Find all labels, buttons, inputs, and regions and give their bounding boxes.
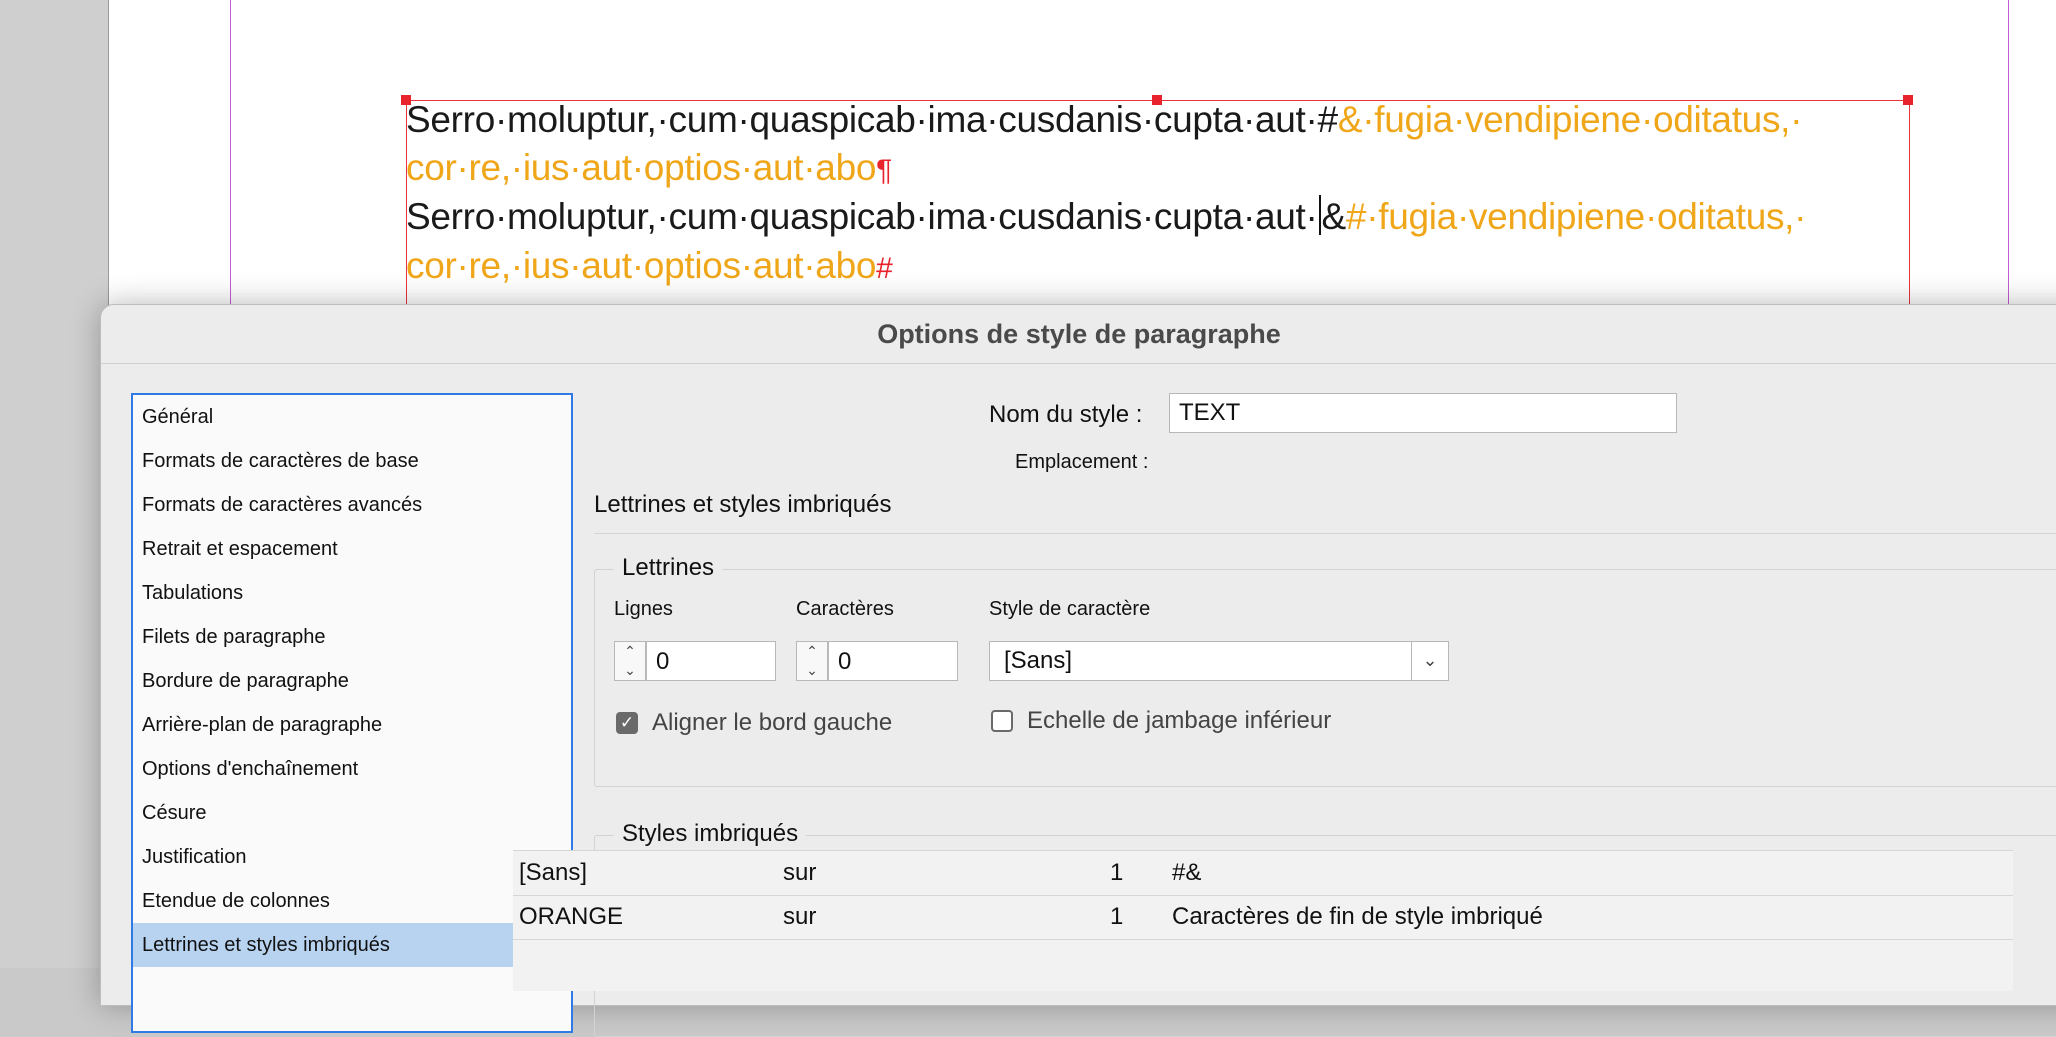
character-style-select[interactable]: [Sans] ⌄ bbox=[989, 641, 1449, 681]
text-line-3[interactable]: Serro·moluptur,·cum·quaspicab·ima·cusdan… bbox=[406, 193, 1806, 241]
character-style-label: Style de caractère bbox=[989, 598, 1151, 620]
descender-scale-label: Echelle de jambage inférieur bbox=[1027, 707, 1332, 734]
characters-stepper-icon[interactable]: ⌃ ⌄ bbox=[796, 641, 828, 681]
characters-label: Caractères bbox=[796, 598, 894, 620]
text-run-default: Serro·moluptur,·cum·quaspicab·ima·cusdan… bbox=[406, 196, 1318, 237]
descender-scale-checkbox[interactable] bbox=[991, 710, 1013, 732]
nested-style-mode: sur bbox=[783, 859, 817, 886]
text-caret bbox=[1318, 195, 1321, 235]
category-item-general[interactable]: Général bbox=[133, 395, 571, 439]
nested-styles-group-title: Styles imbriqués bbox=[614, 820, 807, 848]
nested-style-mode: sur bbox=[783, 903, 817, 930]
style-name-label: Nom du style : bbox=[989, 401, 1143, 428]
category-item-drop-caps-nested-styles[interactable]: Lettrines et styles imbriqués bbox=[133, 923, 571, 967]
category-item-advanced-char-formats[interactable]: Formats de caractères avancés bbox=[133, 483, 571, 527]
characters-input[interactable]: 0 bbox=[828, 641, 958, 681]
text-run-orange: #·fugia·vendipiene·oditatus,· bbox=[1345, 196, 1807, 237]
text-run-default: & bbox=[1321, 196, 1347, 237]
category-item-paragraph-shading[interactable]: Arrière-plan de paragraphe bbox=[133, 703, 571, 747]
text-line-2[interactable]: cor·re,·ius·aut·optios·aut·abo¶ bbox=[406, 144, 892, 195]
nested-styles-table[interactable]: [Sans] sur 1 #& ORANGE sur 1 Caractères … bbox=[513, 850, 2013, 991]
lines-input[interactable]: 0 bbox=[646, 641, 776, 681]
nested-style-name: [Sans] bbox=[519, 859, 588, 886]
nested-style-count: 1 bbox=[1110, 903, 1124, 930]
table-row[interactable]: [Sans] sur 1 #& bbox=[513, 851, 2013, 896]
text-run-orange: cor·re,·ius·aut·optios·aut·abo bbox=[406, 245, 877, 286]
text-run-default: Serro·moluptur,·cum·quaspicab·ima·cusdan… bbox=[406, 99, 1338, 140]
category-item-basic-char-formats[interactable]: Formats de caractères de base bbox=[133, 439, 571, 483]
nested-style-count: 1 bbox=[1110, 859, 1124, 886]
category-item-span-columns[interactable]: Etendue de colonnes bbox=[133, 879, 571, 923]
category-item-justification[interactable]: Justification bbox=[133, 835, 571, 879]
category-item-indents-spacing[interactable]: Retrait et espacement bbox=[133, 527, 571, 571]
chevron-down-icon[interactable]: ⌄ bbox=[1411, 642, 1448, 680]
section-title: Lettrines et styles imbriqués bbox=[594, 491, 892, 518]
checkmark-icon: ✓ bbox=[619, 713, 635, 732]
category-item-keep-options[interactable]: Options d'enchaînement bbox=[133, 747, 571, 791]
align-left-checkbox[interactable]: ✓ bbox=[616, 712, 638, 734]
text-run-orange: cor·re,·ius·aut·optios·aut·abo bbox=[406, 147, 877, 188]
category-item-paragraph-border[interactable]: Bordure de paragraphe bbox=[133, 659, 571, 703]
text-line-4[interactable]: cor·re,·ius·aut·optios·aut·abo# bbox=[406, 242, 893, 293]
character-style-value: [Sans] bbox=[1004, 647, 1073, 674]
dropcaps-group-title: Lettrines bbox=[614, 554, 723, 582]
align-left-label: Aligner le bord gauche bbox=[652, 709, 893, 736]
nested-style-delimiter: #& bbox=[1172, 859, 1202, 886]
text-line-1[interactable]: Serro·moluptur,·cum·quaspicab·ima·cusdan… bbox=[406, 96, 1802, 144]
style-name-input[interactable]: TEXT bbox=[1169, 393, 1677, 433]
end-of-story-mark: # bbox=[876, 252, 893, 285]
category-list[interactable]: Général Formats de caractères de base Fo… bbox=[131, 393, 573, 1033]
nested-style-delimiter: Caractères de fin de style imbriqué bbox=[1172, 903, 1543, 930]
location-label: Emplacement : bbox=[1015, 451, 1149, 473]
category-item-hyphenation[interactable]: Césure bbox=[133, 791, 571, 835]
nested-style-name: ORANGE bbox=[519, 903, 624, 930]
lines-label: Lignes bbox=[614, 598, 673, 620]
category-item-paragraph-rules[interactable]: Filets de paragraphe bbox=[133, 615, 571, 659]
dialog-title: Options de style de paragraphe bbox=[101, 305, 2056, 364]
pilcrow-mark: ¶ bbox=[876, 154, 892, 187]
section-divider bbox=[594, 533, 2056, 534]
category-item-tabs[interactable]: Tabulations bbox=[133, 571, 571, 615]
text-run-orange: &·fugia·vendipiene·oditatus,· bbox=[1337, 99, 1803, 140]
lines-stepper-icon[interactable]: ⌃ ⌄ bbox=[614, 641, 646, 681]
table-row[interactable]: ORANGE sur 1 Caractères de fin de style … bbox=[513, 895, 2013, 940]
frame-handle-top-right[interactable] bbox=[1903, 95, 1913, 105]
